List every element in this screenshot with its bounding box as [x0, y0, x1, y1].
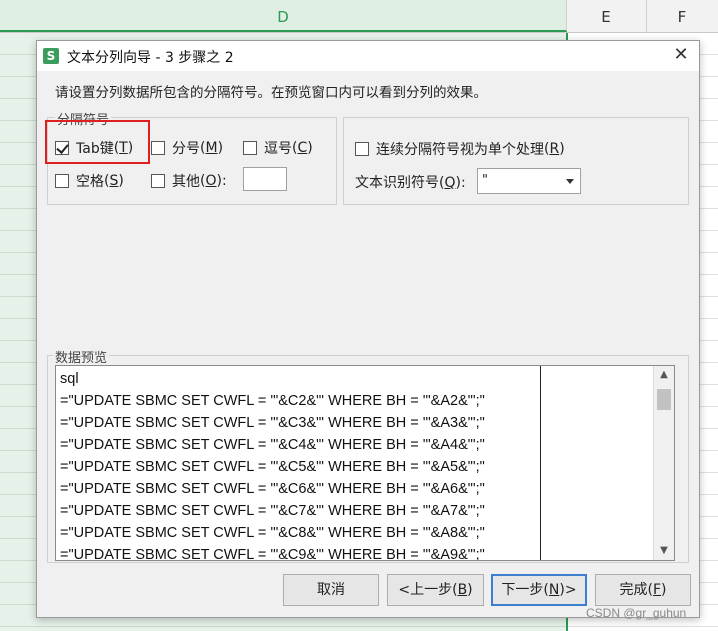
cancel-button[interactable]: 取消 [283, 574, 379, 606]
preview-line: ="UPDATE SBMC SET CWFL = '"&C2&"' WHERE … [60, 393, 485, 409]
checkbox-icon [151, 174, 165, 188]
annotation-highlight-box [45, 120, 150, 164]
next-button[interactable]: 下一步(N)> [491, 574, 587, 606]
column-header-d[interactable]: D [0, 0, 567, 32]
preview-vertical-scrollbar[interactable]: ▲ ▼ [653, 366, 674, 560]
checkbox-icon [55, 174, 69, 188]
semicolon-label: 分号 [172, 141, 200, 157]
space-label: 空格 [76, 174, 104, 190]
scroll-down-icon[interactable]: ▼ [654, 542, 674, 560]
scroll-up-icon[interactable]: ▲ [654, 366, 674, 384]
finish-button-label: 完成( [619, 582, 653, 598]
app-logo-icon: S [43, 48, 59, 64]
close-icon[interactable]: ✕ [669, 43, 693, 67]
next-button-label: 下一步( [501, 582, 549, 598]
instruction-text: 请设置分列数据所包含的分隔符号。在预览窗口内可以看到分列的效果。 [55, 85, 487, 101]
other-label: 其他 [172, 174, 200, 190]
consecutive-delimiters-checkbox[interactable]: 连续分隔符号视为单个处理(R) [355, 139, 565, 159]
column-header-bar: D E F [0, 0, 718, 33]
other-checkbox[interactable]: 其他(O): [151, 171, 227, 191]
preview-legend: 数据预览 [53, 347, 110, 366]
dialog-titlebar: S 文本分列向导 - 3 步骤之 2 ✕ [37, 41, 699, 71]
back-button[interactable]: <上一步(B) [387, 574, 484, 606]
text-to-columns-dialog: S 文本分列向导 - 3 步骤之 2 ✕ 请设置分列数据所包含的分隔符号。在预览… [36, 40, 700, 618]
preview-line: ="UPDATE SBMC SET CWFL = '"&C9&"' WHERE … [60, 547, 485, 561]
watermark-text: CSDN @gr_guhun [586, 606, 687, 620]
comma-accel-key: C [297, 140, 308, 156]
column-break-line[interactable] [540, 366, 541, 560]
space-checkbox[interactable]: 空格(S) [55, 171, 124, 191]
other-accel-key: O [205, 173, 217, 189]
space-accel-key: S [109, 173, 119, 189]
finish-button[interactable]: 完成(F) [595, 574, 691, 606]
comma-label: 逗号 [264, 141, 292, 157]
dialog-title: 文本分列向导 - 3 步骤之 2 [67, 50, 234, 66]
column-header-e[interactable]: E [566, 0, 647, 32]
preview-line: ="UPDATE SBMC SET CWFL = '"&C4&"' WHERE … [60, 437, 485, 453]
back-button-label: <上一步( [398, 582, 458, 598]
back-accel-key: B [457, 582, 468, 598]
preview-lines: sql ="UPDATE SBMC SET CWFL = '"&C2&"' WH… [60, 368, 530, 561]
preview-line: ="UPDATE SBMC SET CWFL = '"&C3&"' WHERE … [60, 415, 485, 431]
scrollbar-thumb[interactable] [657, 389, 671, 410]
checkbox-icon [151, 141, 165, 155]
checkbox-icon [243, 141, 257, 155]
next-accel-key: N [548, 582, 560, 598]
text-qualifier-label: 文本识别符号(Q): [355, 175, 466, 191]
text-qualifier-value: " [482, 173, 488, 188]
consecutive-label: 连续分隔符号视为单个处理 [376, 142, 544, 158]
data-preview-pane[interactable]: sql ="UPDATE SBMC SET CWFL = '"&C2&"' WH… [55, 365, 675, 561]
other-delimiter-input[interactable] [243, 167, 287, 191]
preview-line: ="UPDATE SBMC SET CWFL = '"&C5&"' WHERE … [60, 459, 485, 475]
chevron-down-icon [566, 179, 574, 184]
checkbox-icon [355, 142, 369, 156]
next-button-end: )> [559, 582, 577, 598]
semicolon-accel-key: M [205, 140, 218, 156]
finish-button-end: ) [661, 582, 667, 598]
preview-line: sql [60, 371, 79, 387]
consecutive-accel-key: R [549, 141, 560, 157]
preview-line: ="UPDATE SBMC SET CWFL = '"&C6&"' WHERE … [60, 481, 485, 497]
semicolon-checkbox[interactable]: 分号(M) [151, 138, 223, 158]
back-button-end: ) [467, 582, 473, 598]
column-header-f[interactable]: F [646, 0, 718, 32]
finish-accel-key: F [652, 582, 662, 598]
qualifier-accel-key: Q [444, 175, 456, 191]
text-qualifier-label-text: 文本识别符号 [355, 175, 439, 191]
preview-line: ="UPDATE SBMC SET CWFL = '"&C8&"' WHERE … [60, 525, 485, 541]
preview-line: ="UPDATE SBMC SET CWFL = '"&C7&"' WHERE … [60, 503, 485, 519]
text-qualifier-select[interactable]: " [477, 168, 581, 194]
comma-checkbox[interactable]: 逗号(C) [243, 138, 313, 158]
